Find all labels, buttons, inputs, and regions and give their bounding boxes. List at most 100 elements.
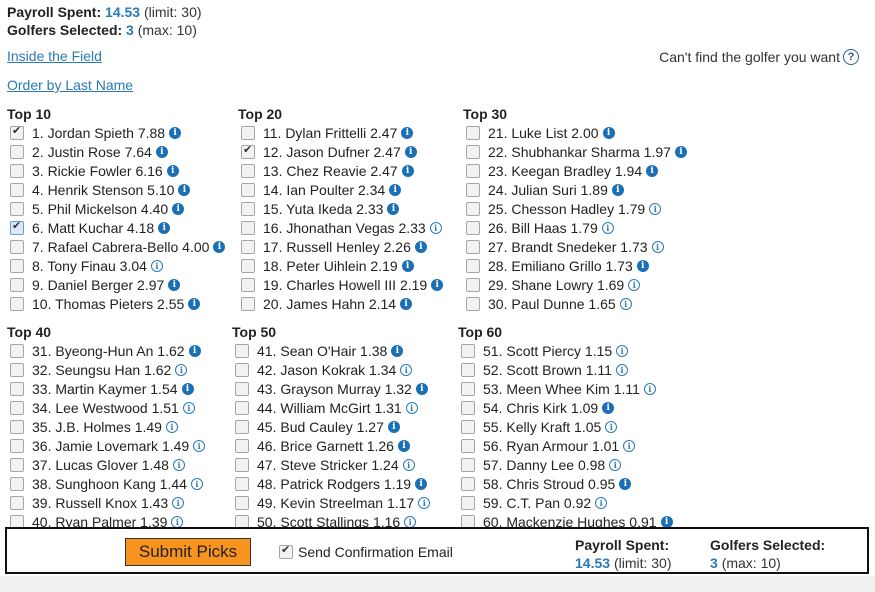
golfer-checkbox[interactable] — [241, 258, 255, 273]
golfer-checkbox[interactable] — [461, 362, 475, 377]
info-icon[interactable]: i — [649, 202, 662, 215]
golfer-checkbox[interactable] — [10, 457, 24, 472]
golfer-option[interactable]: 2. Justin Rose 7.64 i — [7, 142, 225, 161]
golfer-checkbox[interactable] — [461, 438, 475, 453]
info-icon[interactable]: i — [387, 420, 400, 433]
golfer-checkbox[interactable] — [235, 476, 249, 491]
golfer-checkbox[interactable] — [10, 163, 24, 178]
inside-the-field-link[interactable]: Inside the Field — [7, 48, 102, 64]
golfer-option[interactable]: 37. Lucas Glover 1.48 i — [7, 455, 205, 474]
golfer-option[interactable]: 6. Matt Kuchar 4.18i — [7, 218, 225, 237]
golfer-checkbox[interactable] — [466, 277, 480, 292]
info-icon[interactable]: i — [636, 259, 649, 272]
golfer-option[interactable]: 33. Martin Kaymer 1.54 i — [7, 379, 205, 398]
golfer-checkbox[interactable] — [235, 381, 249, 396]
golfer-checkbox[interactable] — [241, 296, 255, 311]
info-icon[interactable]: i — [401, 259, 414, 272]
golfer-option[interactable]: 22. Shubhankar Sharma 1.97 i — [463, 142, 687, 161]
info-icon[interactable]: i — [188, 297, 201, 310]
golfer-checkbox[interactable] — [10, 258, 24, 273]
question-circle-icon[interactable]: ? — [843, 49, 859, 65]
golfer-checkbox[interactable] — [235, 362, 249, 377]
golfer-option[interactable]: 23. Keegan Bradley 1.94 i — [463, 161, 687, 180]
info-icon[interactable]: i — [401, 164, 414, 177]
golfer-option[interactable]: 43. Grayson Murray 1.32 i — [232, 379, 430, 398]
golfer-checkbox[interactable] — [461, 343, 475, 358]
info-icon[interactable]: i — [674, 145, 687, 158]
golfer-checkbox[interactable] — [241, 163, 255, 178]
info-icon[interactable]: i — [401, 126, 414, 139]
info-icon[interactable]: i — [190, 477, 203, 490]
golfer-option[interactable]: 53. Meen Whee Kim 1.11 i — [458, 379, 673, 398]
golfer-checkbox[interactable] — [10, 201, 24, 216]
golfer-option[interactable]: 44. William McGirt 1.31 i — [232, 398, 430, 417]
info-icon[interactable]: i — [605, 420, 618, 433]
info-icon[interactable]: i — [405, 401, 418, 414]
golfer-option[interactable]: 9. Daniel Berger 2.97 i — [7, 275, 225, 294]
info-icon[interactable]: i — [615, 363, 628, 376]
golfer-option[interactable]: 45. Bud Cauley 1.27 i — [232, 417, 430, 436]
golfer-option[interactable]: 13. Chez Reavie 2.47 i — [238, 161, 443, 180]
golfer-option[interactable]: 10. Thomas Pieters 2.55 i — [7, 294, 225, 313]
info-icon[interactable]: i — [150, 259, 163, 272]
info-icon[interactable]: i — [415, 382, 428, 395]
golfer-option[interactable]: 47. Steve Stricker 1.24 i — [232, 455, 430, 474]
info-icon[interactable]: i — [595, 496, 608, 509]
info-icon[interactable]: i — [660, 515, 673, 528]
golfer-option[interactable]: 32. Seungsu Han 1.62 i — [7, 360, 205, 379]
info-icon[interactable]: i — [389, 183, 402, 196]
golfer-checkbox[interactable] — [235, 495, 249, 510]
golfer-option[interactable]: 30. Paul Dunne 1.65 i — [463, 294, 687, 313]
info-icon[interactable]: i — [172, 496, 185, 509]
info-icon[interactable]: i — [178, 183, 191, 196]
info-icon[interactable]: i — [182, 401, 195, 414]
golfer-option[interactable]: 57. Danny Lee 0.98 i — [458, 455, 673, 474]
golfer-checkbox[interactable] — [235, 343, 249, 358]
golfer-checkbox[interactable] — [466, 163, 480, 178]
golfer-option[interactable]: 15. Yuta Ikeda 2.33 i — [238, 199, 443, 218]
golfer-option[interactable]: 4. Henrik Stenson 5.10 i — [7, 180, 225, 199]
golfer-checkbox[interactable] — [241, 220, 255, 235]
golfer-checkbox[interactable] — [466, 182, 480, 197]
golfer-option[interactable]: 59. C.T. Pan 0.92 i — [458, 493, 673, 512]
golfer-checkbox[interactable] — [241, 239, 255, 254]
golfer-checkbox[interactable] — [241, 125, 255, 140]
golfer-option[interactable]: 49. Kevin Streelman 1.17 i — [232, 493, 431, 512]
golfer-checkbox[interactable] — [10, 219, 24, 235]
info-icon[interactable]: i — [172, 458, 185, 471]
golfer-checkbox[interactable] — [466, 125, 480, 140]
info-icon[interactable]: i — [628, 278, 641, 291]
info-icon[interactable]: i — [611, 183, 624, 196]
golfer-checkbox[interactable] — [235, 419, 249, 434]
golfer-checkbox[interactable] — [466, 239, 480, 254]
golfer-checkbox[interactable] — [241, 143, 255, 159]
info-icon[interactable]: i — [623, 439, 636, 452]
golfer-checkbox[interactable] — [461, 419, 475, 434]
info-icon[interactable]: i — [213, 240, 226, 253]
info-icon[interactable]: i — [171, 515, 184, 528]
golfer-checkbox[interactable] — [10, 277, 24, 292]
golfer-option[interactable]: 7. Rafael Cabrera-Bello 4.00 i — [7, 237, 226, 256]
info-icon[interactable]: i — [400, 363, 413, 376]
golfer-checkbox[interactable] — [10, 438, 24, 453]
golfer-option[interactable]: 24. Julian Suri 1.89 i — [463, 180, 687, 199]
golfer-option[interactable]: 52. Scott Brown 1.11 i — [458, 360, 673, 379]
golfer-checkbox[interactable] — [235, 438, 249, 453]
golfer-checkbox[interactable] — [466, 144, 480, 159]
golfer-option[interactable]: 11. Dylan Frittelli 2.47 i — [238, 123, 443, 142]
golfer-option[interactable]: 25. Chesson Hadley 1.79 i — [463, 199, 687, 218]
info-icon[interactable]: i — [602, 126, 615, 139]
golfer-option[interactable]: 18. Peter Uihlein 2.19 i — [238, 256, 443, 275]
golfer-option[interactable]: 8. Tony Finau 3.04 i — [7, 256, 225, 275]
golfer-checkbox[interactable] — [461, 457, 475, 472]
golfer-option[interactable]: 56. Ryan Armour 1.01 i — [458, 436, 673, 455]
golfer-option[interactable]: 28. Emiliano Grillo 1.73 i — [463, 256, 687, 275]
info-icon[interactable]: i — [155, 145, 168, 158]
info-icon[interactable]: i — [175, 363, 188, 376]
golfer-option[interactable]: 12. Jason Dufner 2.47i — [238, 142, 443, 161]
golfer-option[interactable]: 55. Kelly Kraft 1.05 i — [458, 417, 673, 436]
golfer-option[interactable]: 27. Brandt Snedeker 1.73 i — [463, 237, 687, 256]
info-icon[interactable]: i — [429, 221, 442, 234]
golfer-option[interactable]: 36. Jamie Lovemark 1.49 i — [7, 436, 206, 455]
golfer-checkbox[interactable] — [235, 400, 249, 415]
